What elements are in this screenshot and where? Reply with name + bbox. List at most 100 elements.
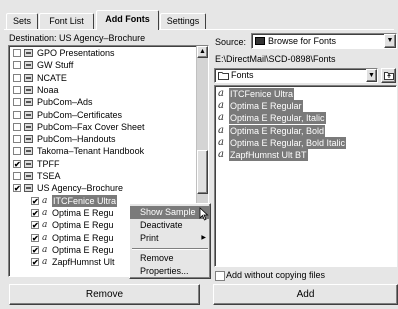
- tree-item-checkbox[interactable]: [13, 85, 21, 94]
- chevron-down-icon[interactable]: ▼: [384, 34, 396, 48]
- tree-item-checkbox[interactable]: ✔: [13, 184, 21, 193]
- source-font-label: ITCFenice Ultra: [229, 88, 295, 100]
- set-folder-icon: [24, 159, 33, 168]
- tree-child-label: Optima E Regu: [52, 232, 114, 243]
- tab-sets[interactable]: Sets: [6, 13, 38, 29]
- tree-child-label: ITCFenice Ultra: [52, 194, 118, 207]
- menu-item-properties[interactable]: Properties...: [130, 265, 210, 278]
- tree-item[interactable]: GPO Presentations: [9, 47, 195, 59]
- tree-child-checkbox[interactable]: ✔: [31, 196, 39, 205]
- source-font-item[interactable]: a Optima E Regular, Bold Italic: [215, 136, 395, 149]
- tree-item-checkbox[interactable]: [13, 110, 21, 119]
- tree-item[interactable]: ✔ TPFF: [9, 158, 195, 170]
- source-path: E:\DirectMail\SCD-0898\Fonts: [215, 54, 336, 64]
- tree-item[interactable]: Noaa: [9, 84, 195, 96]
- remove-button[interactable]: Remove: [9, 284, 200, 305]
- source-font-label: Optima E Regular, Italic: [229, 112, 326, 125]
- source-font-label: Optima E Regular, Bold Italic: [229, 136, 347, 149]
- tree-item[interactable]: GW Stuff: [9, 59, 195, 71]
- tree-item-checkbox[interactable]: [13, 122, 21, 131]
- font-file-icon: a: [218, 88, 224, 99]
- tree-item-checkbox[interactable]: [13, 147, 21, 156]
- tree-item[interactable]: PubCom–Ads: [9, 96, 195, 108]
- tree-item-label: Takoma–Tenant Handbook: [37, 146, 145, 157]
- font-file-icon: a: [42, 207, 48, 218]
- set-folder-icon: [24, 49, 33, 57]
- tree-child-checkbox[interactable]: ✔: [31, 233, 39, 242]
- source-font-item[interactable]: a Optima E Regular, Bold: [215, 124, 395, 137]
- tree-item[interactable]: Takoma–Tenant Handbook: [9, 145, 195, 157]
- source-value: Browse for Fonts: [268, 36, 337, 46]
- tree-child-label: Optima E Regu: [52, 220, 114, 231]
- font-file-icon: a: [42, 257, 48, 268]
- source-font-label: Optima E Regular: [229, 100, 303, 113]
- set-folder-icon: [24, 122, 33, 131]
- menu-item-deactivate[interactable]: Deactivate: [130, 219, 210, 232]
- tree-item[interactable]: NCATE: [9, 72, 195, 84]
- tree-item[interactable]: TSEA: [9, 170, 195, 182]
- set-folder-icon: [24, 184, 33, 193]
- tab-add-fonts[interactable]: Add Fonts: [96, 10, 159, 30]
- font-file-icon: a: [218, 124, 224, 136]
- add-button[interactable]: Add: [213, 284, 398, 305]
- menu-item-remove[interactable]: Remove: [130, 252, 210, 265]
- tree-item[interactable]: ✔ US Agency–Brochure: [9, 182, 195, 194]
- tree-item-label: GW Stuff: [37, 60, 74, 71]
- source-font-item[interactable]: a ITCFenice Ultra: [215, 88, 395, 100]
- source-dropdown[interactable]: Browse for Fonts ▼: [251, 33, 397, 49]
- add-without-copying-label: Add without copying files: [226, 270, 326, 280]
- tree-item-checkbox[interactable]: [13, 73, 21, 82]
- set-folder-icon: [24, 61, 33, 70]
- tree-child-checkbox[interactable]: ✔: [31, 258, 39, 267]
- tree-child-checkbox[interactable]: ✔: [31, 208, 39, 217]
- source-font-list[interactable]: a ITCFenice Ultra a Optima E Regular a Optima…: [214, 85, 397, 267]
- scroll-up-button[interactable]: ▲: [197, 46, 208, 58]
- tab-font-list[interactable]: Font List: [39, 13, 94, 29]
- tree-item-checkbox[interactable]: ✔: [13, 159, 21, 168]
- font-file-icon: a: [218, 136, 224, 148]
- tree-item-label: PubCom–Handouts: [37, 134, 116, 145]
- source-font-item[interactable]: a ZapfHumnst Ult BT: [215, 149, 395, 161]
- tree-item[interactable]: PubCom–Fax Cover Sheet: [9, 121, 195, 133]
- menu-item-show-sample[interactable]: Show Sample: [130, 206, 210, 219]
- font-file-icon: a: [42, 232, 48, 243]
- source-label: Source:: [215, 37, 247, 47]
- tree-item-checkbox[interactable]: [13, 98, 21, 107]
- tree-item-label: GPO Presentations: [37, 48, 115, 58]
- tree-item-checkbox[interactable]: [13, 172, 21, 180]
- tree-child-checkbox[interactable]: ✔: [31, 221, 39, 230]
- folder-dropdown[interactable]: Fonts ▼: [214, 68, 378, 83]
- tree-item-checkbox[interactable]: [13, 61, 21, 70]
- tree-item-label: Noaa: [37, 84, 59, 95]
- drive-icon: [255, 37, 265, 45]
- font-file-icon: a: [218, 112, 224, 124]
- tree-item-checkbox[interactable]: [13, 49, 21, 57]
- font-file-icon: a: [42, 195, 48, 206]
- tree-item-label: PubCom–Certificates: [37, 109, 123, 120]
- add-without-copying-checkbox[interactable]: [215, 271, 225, 281]
- tab-settings[interactable]: Settings: [160, 13, 206, 29]
- tree-child-checkbox[interactable]: ✔: [31, 245, 39, 254]
- tab-panel-edge: [4, 29, 394, 30]
- tree-child-label: Optima E Regu: [52, 207, 114, 218]
- tree-item[interactable]: PubCom–Handouts: [9, 133, 195, 145]
- menu-separator: [132, 248, 208, 250]
- set-folder-icon: [24, 110, 33, 119]
- font-file-icon: a: [218, 100, 224, 112]
- menu-item-print[interactable]: Print ▶: [130, 232, 210, 245]
- scroll-thumb[interactable]: [197, 150, 208, 194]
- font-file-icon: a: [42, 244, 48, 255]
- source-font-item[interactable]: a Optima E Regular: [215, 100, 395, 113]
- tree-item-label: PubCom–Ads: [37, 97, 93, 108]
- folder-chevron-down-icon[interactable]: ▼: [366, 69, 377, 82]
- tree-item[interactable]: PubCom–Certificates: [9, 109, 195, 121]
- tree-item-label: NCATE: [37, 72, 67, 83]
- source-font-label: ZapfHumnst Ult BT: [229, 149, 308, 161]
- mouse-cursor-icon: [199, 207, 209, 221]
- set-folder-icon: [24, 73, 33, 82]
- set-folder-icon: [24, 172, 33, 180]
- menu-item-print-label: Print: [140, 233, 159, 243]
- source-font-item[interactable]: a Optima E Regular, Italic: [215, 112, 395, 125]
- up-folder-button[interactable]: [381, 68, 396, 83]
- tree-item-checkbox[interactable]: [13, 135, 21, 144]
